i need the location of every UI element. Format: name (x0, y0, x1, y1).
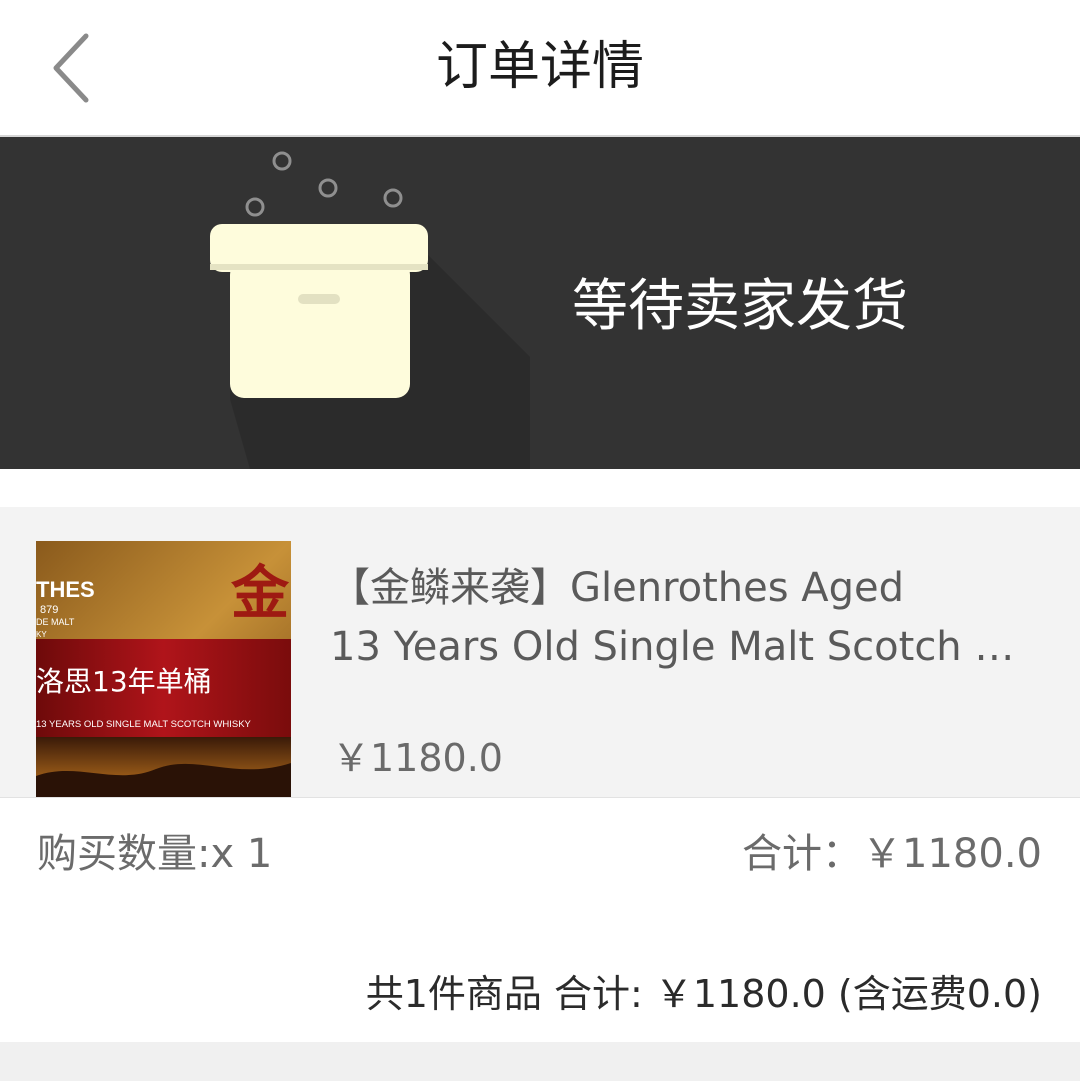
svg-text:879: 879 (40, 604, 58, 616)
box-icon (210, 151, 530, 469)
svg-text:DE MALT: DE MALT (36, 617, 75, 627)
product-name-line-1: 【金鳞来袭】Glenrothes Aged (330, 565, 905, 611)
top-bar: 订单详情 (0, 0, 1080, 137)
order-summary-row: 共1件商品 合计: ￥1180.0 (含运费0.0) (0, 907, 1080, 1042)
order-status-banner: 等待卖家发货 (0, 137, 1080, 469)
svg-text:KY: KY (36, 630, 47, 639)
whisky-product-image: THES 879 DE MALT KY 金 洛思13年单桶 13 YEARS O… (36, 541, 291, 797)
order-status-text: 等待卖家发货 (572, 274, 908, 339)
spacer (0, 469, 1080, 507)
order-summary-text: 共1件商品 合计: ￥1180.0 (含运费0.0) (365, 972, 1042, 1016)
svg-text:THES: THES (36, 577, 95, 602)
quantity-row: 购买数量:x 1 合计：￥1180.0 (0, 797, 1080, 907)
product-price: ￥1180.0 (332, 736, 503, 780)
product-name-line-2: 13 Years Old Single Malt Scotch Whisky (330, 624, 1030, 670)
bottom-divider (0, 1042, 1080, 1081)
quantity-label: 购买数量:x 1 (37, 831, 273, 877)
product-card[interactable]: THES 879 DE MALT KY 金 洛思13年单桶 13 YEARS O… (0, 507, 1080, 797)
subtotal-label: 合计：￥1180.0 (742, 831, 1042, 877)
svg-text:洛思13年单桶: 洛思13年单桶 (36, 665, 212, 698)
product-name: 【金鳞来袭】Glenrothes Aged 13 Years Old Singl… (330, 559, 1030, 677)
product-image[interactable]: THES 879 DE MALT KY 金 洛思13年单桶 13 YEARS O… (36, 541, 291, 797)
svg-text:13 YEARS OLD SINGLE MALT SCOTC: 13 YEARS OLD SINGLE MALT SCOTCH WHISKY (36, 719, 252, 730)
svg-text:金: 金 (231, 559, 290, 627)
page-title: 订单详情 (435, 37, 644, 97)
